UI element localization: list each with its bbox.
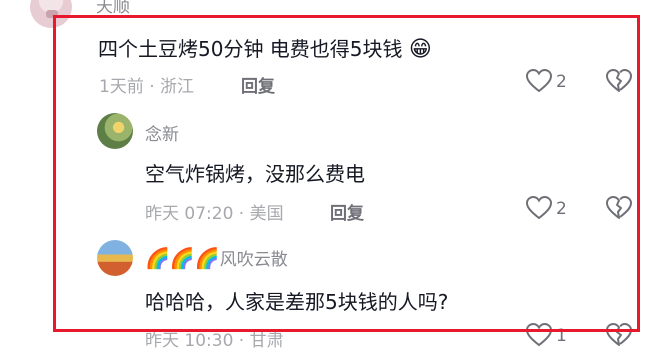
reply-time: 昨天 10:30 bbox=[145, 331, 234, 351]
highlight-box bbox=[53, 15, 640, 332]
reply-location: 甘肃 bbox=[249, 331, 284, 351]
